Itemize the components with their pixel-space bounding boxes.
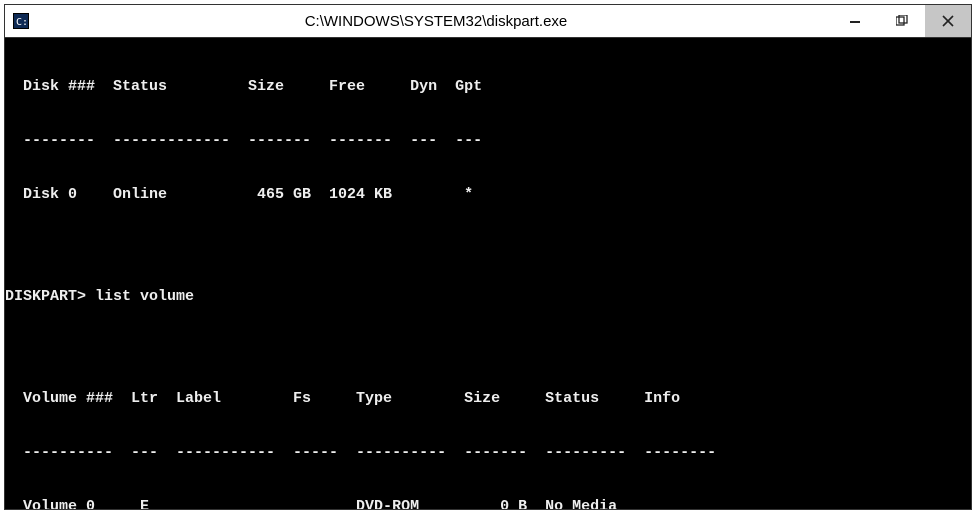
volume-divider: ---------- --- ----------- ----- -------…: [5, 444, 971, 462]
terminal[interactable]: Disk ### Status Size Free Dyn Gpt ------…: [5, 38, 971, 509]
blank-line: [5, 240, 971, 252]
disk-row: Disk 0 Online 465 GB 1024 KB *: [5, 186, 971, 204]
minimize-button[interactable]: [833, 5, 879, 37]
console-icon: C:: [13, 13, 29, 29]
prompt: DISKPART>: [5, 288, 95, 305]
prompt-line: DISKPART> list volume: [5, 288, 971, 306]
close-button[interactable]: [925, 5, 971, 37]
volume-row: Volume 0 E DVD-ROM 0 B No Media: [5, 498, 971, 509]
volume-header: Volume ### Ltr Label Fs Type Size Status…: [5, 390, 971, 408]
titlebar[interactable]: C: C:\WINDOWS\SYSTEM32\diskpart.exe: [5, 5, 971, 38]
command: list volume: [95, 288, 194, 305]
window-frame: C: C:\WINDOWS\SYSTEM32\diskpart.exe: [4, 4, 972, 510]
maximize-button[interactable]: [879, 5, 925, 37]
blank-line: [5, 342, 971, 354]
window-buttons: [833, 5, 971, 37]
disk-header: Disk ### Status Size Free Dyn Gpt: [5, 78, 971, 96]
svg-text:C:: C:: [16, 17, 28, 28]
window-title: C:\WINDOWS\SYSTEM32\diskpart.exe: [39, 13, 833, 30]
disk-divider: -------- ------------- ------- ------- -…: [5, 132, 971, 150]
